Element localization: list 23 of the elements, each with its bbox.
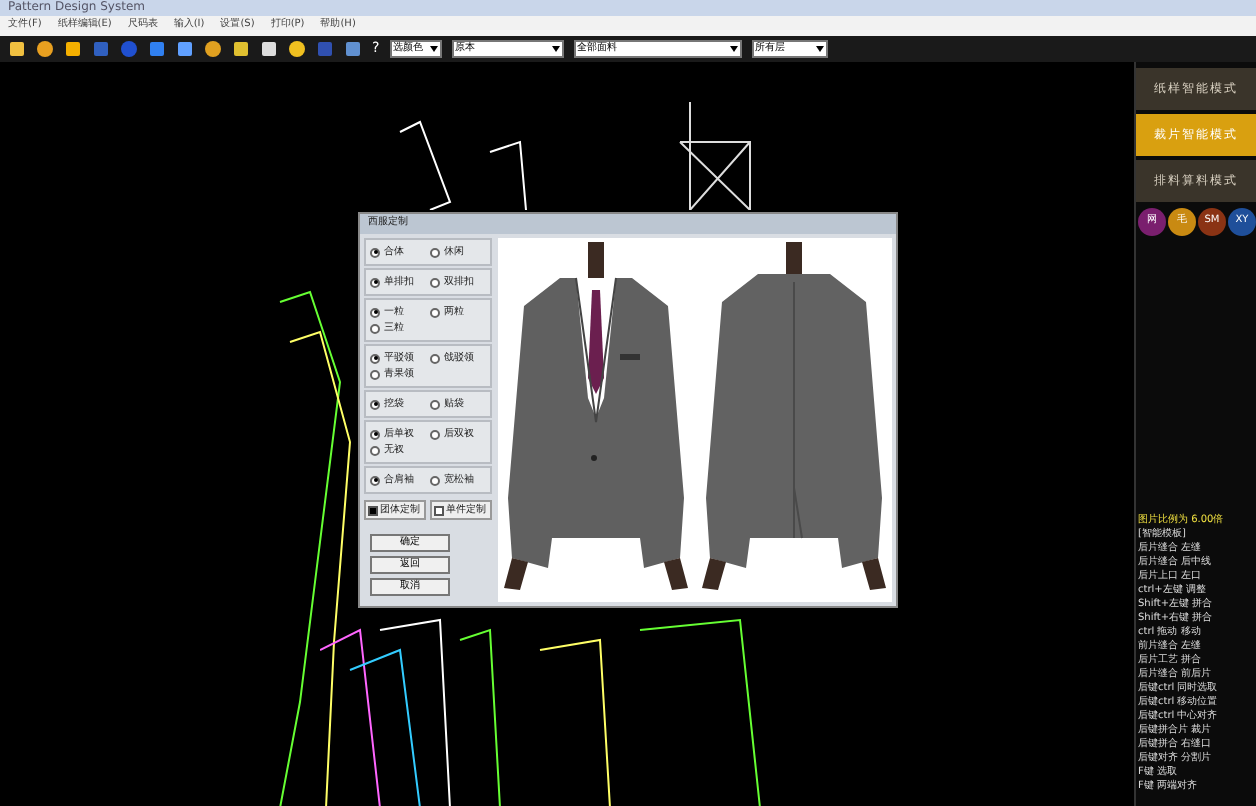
radio-button[interactable] [430,277,440,287]
radio-button[interactable] [370,369,380,379]
radio-button[interactable] [370,475,380,485]
radio-button[interactable] [370,277,380,287]
radio-button[interactable] [370,247,380,257]
radio-button[interactable] [430,247,440,257]
checkbox[interactable] [434,505,444,515]
radio-button[interactable] [370,307,380,317]
radio-button[interactable] [370,399,380,409]
caret-icon [729,46,738,52]
radio-button[interactable] [430,475,440,485]
radio-button[interactable] [370,323,380,333]
radio-button[interactable] [370,429,380,439]
radio-button[interactable] [370,353,380,363]
checkbox[interactable] [368,505,378,515]
radio-button[interactable] [430,429,440,439]
radio-button[interactable] [370,445,380,455]
radio-button[interactable] [430,307,440,317]
caret-icon [815,46,824,52]
radio-button[interactable] [430,399,440,409]
caret-icon [551,46,560,52]
caret-icon [429,46,438,52]
radio-button[interactable] [430,353,440,363]
